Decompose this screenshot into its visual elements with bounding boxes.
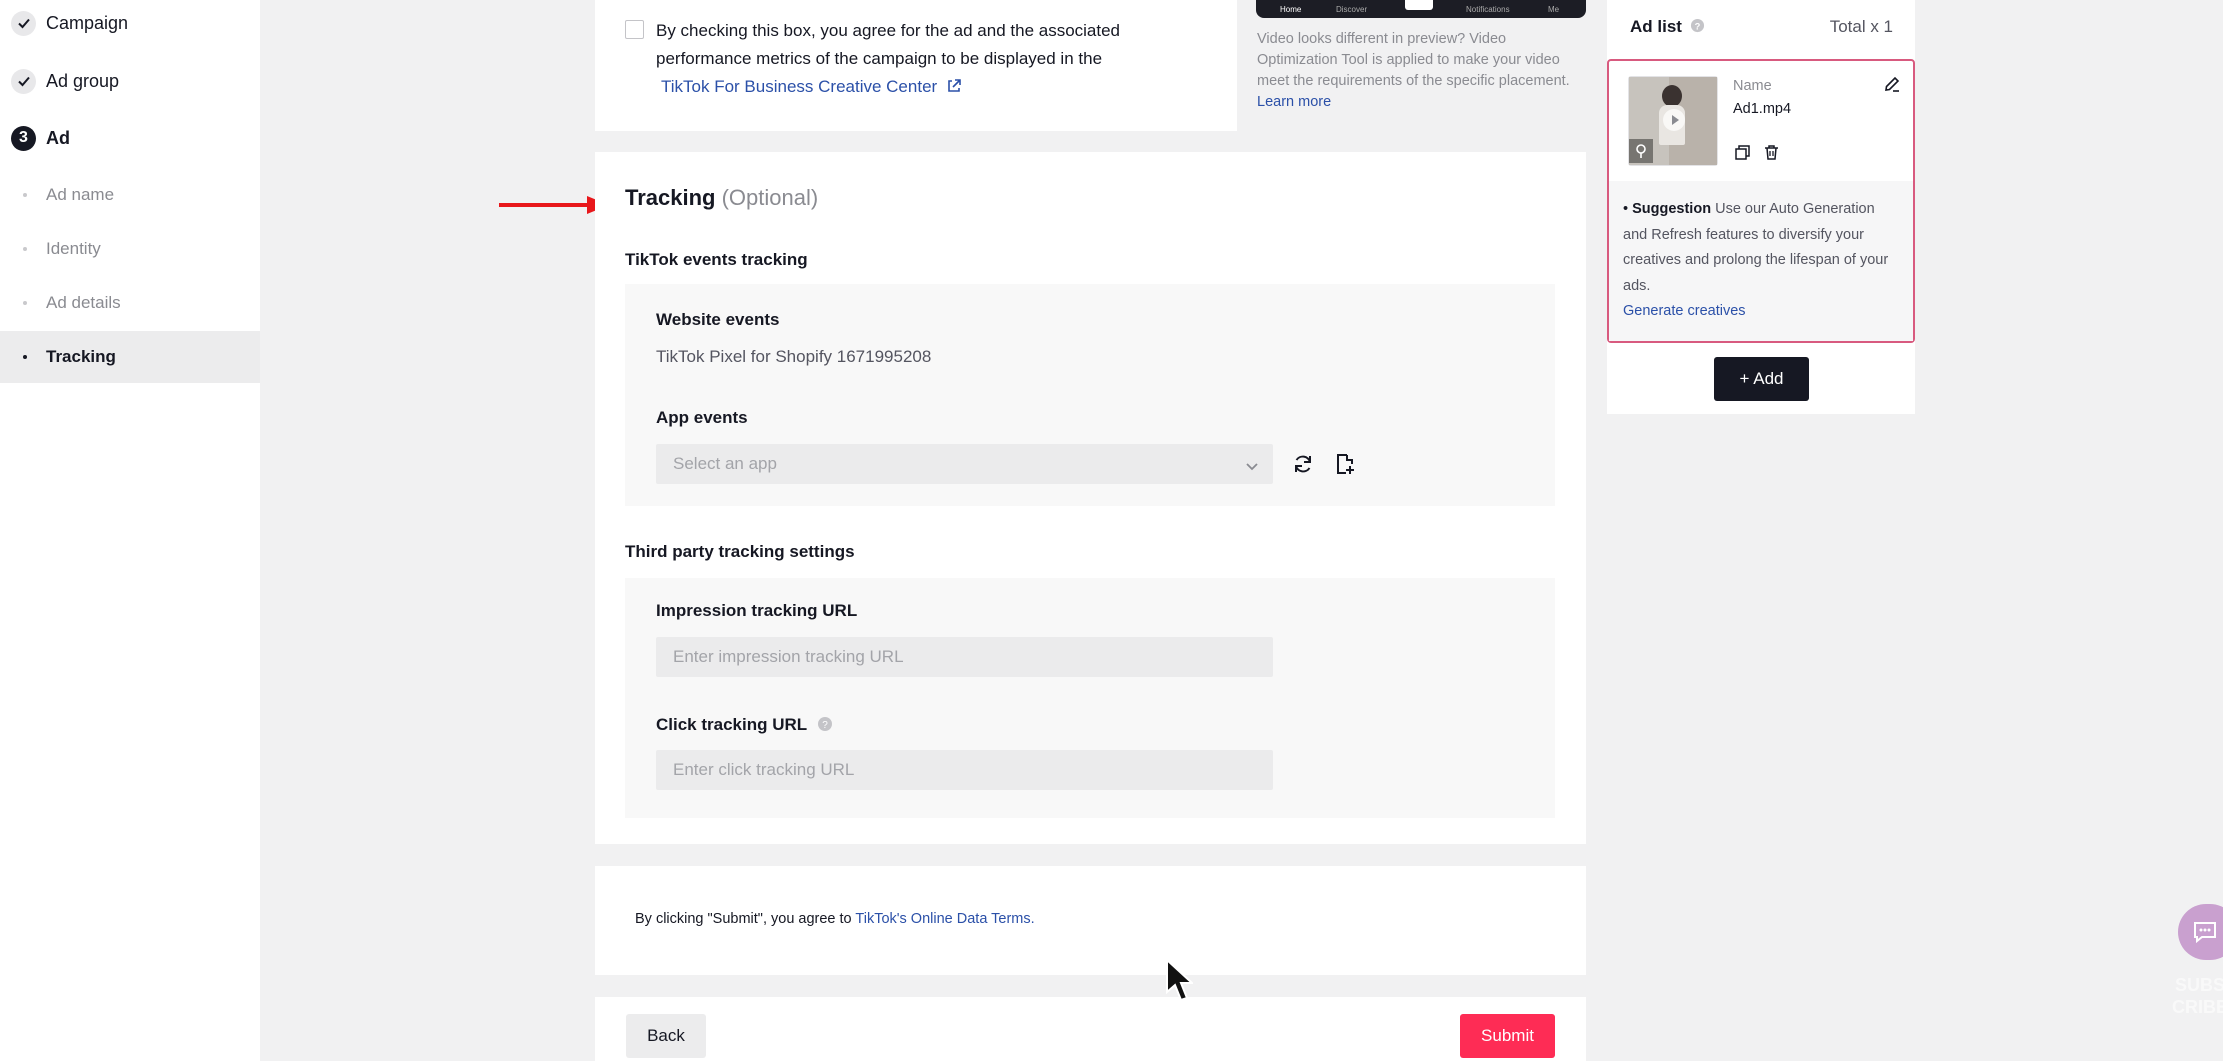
sidebar-item-ad-details[interactable]: Ad details bbox=[0, 277, 260, 329]
consent-card: By checking this box, you agree for the … bbox=[595, 0, 1237, 131]
step-label: Ad bbox=[46, 127, 70, 148]
sidebar-step-campaign[interactable]: Campaign bbox=[0, 0, 260, 50]
suggestion-text-block: • Suggestion Use our Auto Generation and… bbox=[1623, 201, 1889, 294]
edit-pencil-icon[interactable] bbox=[1883, 75, 1901, 98]
creative-center-link-row[interactable]: TikTok For Business Creative Center bbox=[656, 73, 1120, 103]
sidebar-item-tracking[interactable]: Tracking bbox=[0, 331, 260, 383]
tiktok-events-title: TikTok events tracking bbox=[625, 250, 808, 269]
tracking-optional: (Optional) bbox=[721, 185, 819, 210]
external-link-icon bbox=[946, 75, 962, 103]
click-url-label: Click tracking URL bbox=[656, 715, 808, 734]
third-party-panel: Impression tracking URL Enter impression… bbox=[625, 578, 1555, 818]
app-events-label: App events bbox=[656, 408, 748, 427]
tiktok-events-panel: Website events TikTok Pixel for Shopify … bbox=[625, 284, 1555, 506]
app-select-placeholder: Select an app bbox=[673, 454, 777, 473]
phone-preview-bar: Home Discover Notifications Me bbox=[1256, 0, 1586, 18]
subscribe-watermark: SUBS CRIBE bbox=[2172, 974, 2223, 1018]
app-select[interactable]: Select an app bbox=[656, 444, 1273, 484]
back-button[interactable]: Back bbox=[626, 1014, 706, 1058]
consent-checkbox[interactable] bbox=[625, 20, 644, 39]
mouse-cursor-icon bbox=[1166, 958, 1193, 1002]
website-events-value: TikTok Pixel for Shopify 1671995208 bbox=[656, 347, 932, 366]
bullet-icon bbox=[23, 193, 27, 197]
third-party-title: Third party tracking settings bbox=[625, 542, 855, 561]
click-url-placeholder: Enter click tracking URL bbox=[673, 760, 855, 779]
sidebar: Campaign Ad group 3 Ad Ad name Identity … bbox=[0, 0, 260, 1061]
help-icon[interactable]: ? bbox=[1690, 18, 1705, 38]
tracking-heading: Tracking (Optional) bbox=[625, 185, 818, 211]
terms-text: By clicking "Submit", you agree to bbox=[635, 911, 852, 927]
sidebar-item-label: Ad name bbox=[46, 185, 115, 204]
refresh-icon[interactable] bbox=[1288, 449, 1318, 479]
phone-nav-home: Home bbox=[1280, 5, 1302, 14]
help-icon[interactable]: ? bbox=[817, 716, 833, 737]
sidebar-step-ad[interactable]: 3 Ad bbox=[0, 111, 260, 165]
ad-list-total: Total x 1 bbox=[1829, 17, 1893, 36]
ad-item-card[interactable]: Name Ad1.mp4 • Suggestion Use our Auto G… bbox=[1607, 59, 1915, 343]
impression-url-input[interactable]: Enter impression tracking URL bbox=[656, 637, 1273, 677]
ad-list-panel: Ad list ? Total x 1 Name Ad1.mp4 • Sugge… bbox=[1607, 0, 1915, 414]
submit-button[interactable]: Submit bbox=[1460, 1014, 1555, 1058]
chat-bubble-button[interactable] bbox=[2178, 904, 2223, 960]
bullet-icon bbox=[23, 247, 27, 251]
video-thumbnail[interactable] bbox=[1628, 76, 1718, 166]
ad-name-value: Ad1.mp4 bbox=[1733, 101, 1792, 117]
ad-list-title-row: Ad list ? bbox=[1630, 17, 1705, 38]
sidebar-item-identity[interactable]: Identity bbox=[0, 223, 260, 275]
learn-more-link[interactable]: Learn more bbox=[1257, 94, 1331, 110]
bullet-icon bbox=[23, 355, 27, 359]
svg-text:?: ? bbox=[1694, 21, 1700, 31]
online-data-terms-link[interactable]: TikTok's Online Data Terms. bbox=[855, 911, 1034, 927]
duplicate-icon[interactable] bbox=[1734, 144, 1751, 166]
ad-list-title: Ad list bbox=[1630, 17, 1682, 36]
pin-icon bbox=[1629, 139, 1653, 163]
footer-bar: Back Submit bbox=[595, 997, 1586, 1061]
creative-center-link[interactable]: TikTok For Business Creative Center bbox=[661, 77, 937, 96]
impression-url-label: Impression tracking URL bbox=[656, 601, 858, 620]
step-label: Campaign bbox=[46, 12, 129, 33]
preview-note-text: Video looks different in preview? Video … bbox=[1257, 31, 1570, 89]
play-icon bbox=[1663, 109, 1685, 131]
watermark-line2: CRIBE bbox=[2172, 997, 2223, 1017]
svg-text:?: ? bbox=[822, 720, 828, 731]
bullet-icon bbox=[23, 301, 27, 305]
add-app-icon[interactable] bbox=[1330, 449, 1360, 479]
preview-note: Video looks different in preview? Video … bbox=[1257, 29, 1587, 113]
check-icon bbox=[11, 68, 36, 94]
terms-row: By clicking "Submit", you agree to TikTo… bbox=[635, 911, 1035, 927]
click-url-label-row: Click tracking URL ? bbox=[656, 715, 833, 737]
suggestion-label: Suggestion bbox=[1632, 201, 1712, 217]
step-label: Ad group bbox=[46, 70, 120, 91]
tracking-card: Tracking (Optional) TikTok events tracki… bbox=[595, 152, 1586, 844]
trash-icon[interactable] bbox=[1763, 144, 1780, 166]
phone-nav-me: Me bbox=[1548, 5, 1560, 14]
chat-icon bbox=[2192, 920, 2218, 949]
suggestion-box: • Suggestion Use our Auto Generation and… bbox=[1609, 181, 1913, 341]
sidebar-step-ad-group[interactable]: Ad group bbox=[0, 54, 260, 108]
sidebar-item-label: Identity bbox=[46, 239, 101, 258]
sidebar-item-label: Ad details bbox=[46, 293, 121, 312]
sidebar-item-label: Tracking bbox=[46, 347, 116, 366]
generate-creatives-link[interactable]: Generate creatives bbox=[1623, 303, 1746, 319]
impression-url-placeholder: Enter impression tracking URL bbox=[673, 647, 904, 666]
consent-text-line2: performance metrics of the campaign to b… bbox=[656, 49, 1103, 68]
check-icon bbox=[11, 10, 36, 36]
tracking-title: Tracking bbox=[625, 185, 716, 210]
terms-card: By clicking "Submit", you agree to TikTo… bbox=[595, 866, 1586, 975]
step-number-badge: 3 bbox=[11, 125, 36, 151]
phone-nav-discover: Discover bbox=[1336, 5, 1368, 14]
ad-name-label: Name bbox=[1733, 78, 1772, 94]
add-ad-button[interactable]: + Add bbox=[1714, 357, 1809, 401]
phone-nav-notifications: Notifications bbox=[1466, 5, 1510, 14]
website-events-label: Website events bbox=[656, 310, 780, 329]
chevron-down-icon bbox=[1245, 457, 1259, 477]
consent-text-line1: By checking this box, you agree for the … bbox=[656, 21, 1121, 40]
click-url-input[interactable]: Enter click tracking URL bbox=[656, 750, 1273, 790]
sidebar-item-ad-name[interactable]: Ad name bbox=[0, 169, 260, 221]
phone-create-icon bbox=[1405, 0, 1433, 10]
watermark-line1: SUBS bbox=[2175, 975, 2223, 995]
